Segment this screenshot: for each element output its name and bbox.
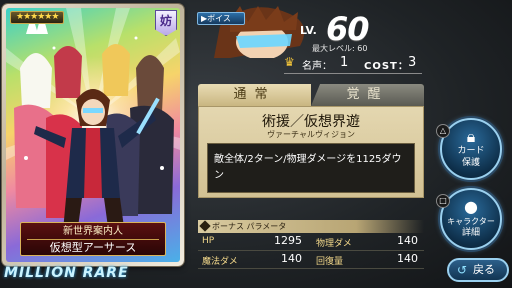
card-lock-label-2: 保護 xyxy=(461,158,480,168)
card-caption: 新世界案内人 仮想型アーサース xyxy=(20,222,166,256)
param-value-hp: 1295 xyxy=(274,234,302,247)
card-art-frame: ★★★★★★ 妨 新世界案内人 仮想型アーサース xyxy=(6,8,180,262)
level-label: LV. xyxy=(300,24,317,37)
back-label: 戻る xyxy=(473,263,495,276)
card-title-sub: 新世界案内人 xyxy=(63,226,123,237)
character-detail-button[interactable]: □ ● キャラクター 詳細 xyxy=(436,188,502,250)
max-level-text: 最大レベル: 60 xyxy=(312,44,368,53)
cost-label: COST： xyxy=(364,61,409,72)
fame-cost-row: ♛ 名声： 1 COST： 3 xyxy=(284,55,416,73)
bonus-param-table: HP 1295 物理ダメ 140 魔法ダメ 140 回復量 140 xyxy=(198,234,424,270)
person-icon: ● xyxy=(464,197,478,216)
param-label-physical-dmg: 物理ダメ xyxy=(316,239,352,249)
param-label-hp: HP xyxy=(202,236,215,246)
param-row: HP 1295 物理ダメ 140 xyxy=(198,234,424,251)
param-value-magic-dmg: 140 xyxy=(281,252,302,265)
skill-description: 敵全体/2ターン/物理ダメージを1125ダウン xyxy=(207,143,415,193)
skill-reading: ヴァーチャルヴィジョン xyxy=(267,130,355,139)
fame-value: 1 xyxy=(340,55,349,70)
character-detail-label-2: 詳細 xyxy=(461,228,480,238)
diamond-icon xyxy=(199,220,211,232)
param-value-physical-dmg: 140 xyxy=(397,234,418,247)
rarity-stars: ★★★★★★ xyxy=(10,11,65,24)
param-label-magic-dmg: 魔法ダメ xyxy=(202,257,238,267)
cost-value: 3 xyxy=(408,55,417,70)
skill-name: 術援／仮想界遊 xyxy=(262,114,360,130)
param-value-recovery: 140 xyxy=(397,252,418,265)
lock-icon: 🔒︎ xyxy=(466,127,476,146)
param-label-recovery: 回復量 xyxy=(316,257,344,267)
tab-awaken[interactable]: 覚醒 xyxy=(311,84,424,106)
skill-tabs: 通常 覚醒 xyxy=(198,84,424,106)
level-display: LV. 60 最大レベル: 60 xyxy=(300,6,510,56)
skill-panel: 術援／仮想界遊 ヴァーチャルヴィジョン 敵全体/2ターン/物理ダメージを1125… xyxy=(198,106,424,198)
back-arrow-icon: ↺ xyxy=(457,263,468,277)
card-title-main: 仮想型アーサース xyxy=(27,239,159,255)
card-lock-label-1: カード xyxy=(457,146,485,156)
voice-button[interactable]: ▶ボイス xyxy=(197,12,245,25)
divider xyxy=(284,73,422,74)
character-detail-label-1: キャラクター xyxy=(447,217,495,226)
tab-normal[interactable]: 通常 xyxy=(198,84,311,106)
bonus-param-header: ボーナス パラメータ xyxy=(198,220,424,233)
param-row: 魔法ダメ 140 回復量 140 xyxy=(198,252,424,269)
bonus-param-title: ボーナス パラメータ xyxy=(212,222,287,231)
card-lock-button[interactable]: △ 🔒︎ カード 保護 xyxy=(436,118,502,180)
rarity-label: MILLION RARE xyxy=(4,265,129,281)
crown-icon: ♛ xyxy=(284,55,295,69)
character-card[interactable]: ★★★★★★ 妨 新世界案内人 仮想型アーサース xyxy=(2,4,184,266)
fame-label: 名声： xyxy=(302,61,332,72)
back-button[interactable]: ↺ 戻る xyxy=(447,258,509,282)
